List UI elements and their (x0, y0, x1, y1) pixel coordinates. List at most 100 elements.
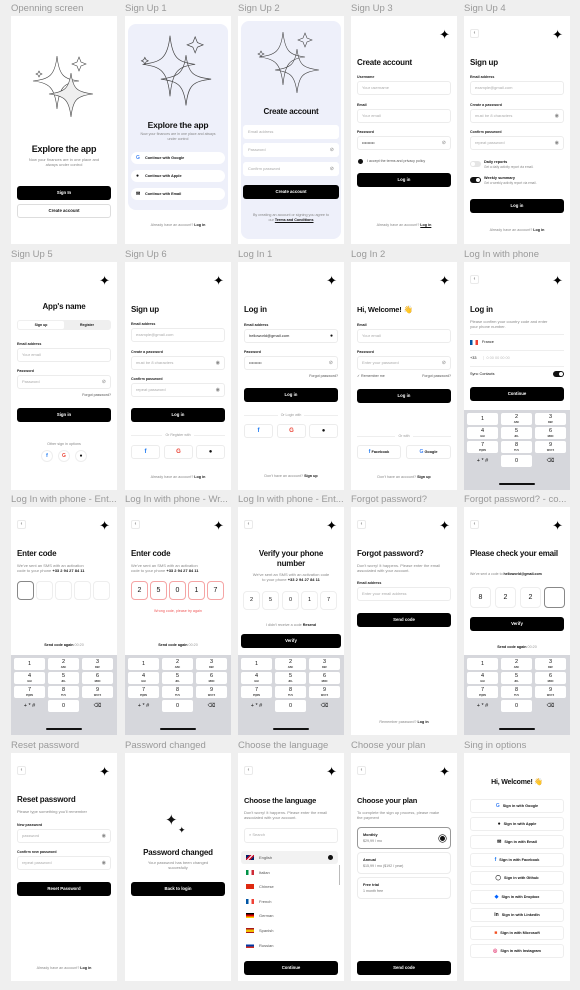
keypad-key[interactable]: 1 (128, 658, 159, 670)
keypad-key[interactable]: 0 (275, 700, 306, 712)
password-field[interactable]: ••••••••• ⊘ (244, 356, 338, 370)
language-option[interactable]: English (241, 851, 338, 864)
symbols-key[interactable]: + * # (467, 700, 498, 712)
continue-email-button[interactable]: ✉ Continue with Email (131, 188, 225, 200)
eye-icon[interactable]: ◉ (555, 110, 559, 122)
keypad-key[interactable]: 0 (162, 700, 193, 712)
forgot-password-link[interactable]: Forgot password? (309, 374, 338, 378)
search-input[interactable]: ⌕ Search (244, 828, 338, 843)
back-button[interactable]: ‹ (357, 520, 366, 529)
keypad-key[interactable]: 6 MNO (535, 672, 566, 684)
create-account-button[interactable]: Create account (17, 204, 111, 218)
keypad-key[interactable]: 8 TUV (501, 686, 532, 698)
back-button[interactable]: ‹ (17, 766, 26, 775)
password-field[interactable]: Password ⊘ (243, 143, 339, 157)
forgot-password-link[interactable]: Forgot password? (422, 374, 451, 378)
sign-in-option-button[interactable]: ■ Sign in with Microsoft (470, 925, 564, 940)
back-button[interactable]: ‹ (244, 766, 253, 775)
create-password-field[interactable]: must be 8 characters ◉ (470, 109, 564, 123)
plan-option-monthly[interactable]: Monthly $29,99 / mo (357, 827, 451, 849)
code-digit-input[interactable]: 2 (520, 587, 541, 608)
confirm-password-field[interactable]: Confirm password ⊘ (243, 162, 339, 176)
facebook-button[interactable]: f Facebook (357, 445, 401, 459)
username-field[interactable]: Your username (357, 81, 451, 95)
eye-off-icon[interactable]: ⊘ (329, 357, 333, 369)
login-link[interactable]: Log in (418, 720, 429, 724)
sign-in-option-button[interactable]: ◆ Sign in with Dropbox (470, 889, 564, 904)
keypad-key[interactable]: 3 DEF (196, 658, 227, 670)
back-button[interactable]: ‹ (470, 520, 479, 529)
verify-button[interactable]: Verify (241, 634, 341, 648)
symbols-key[interactable]: + * # (128, 700, 159, 712)
keypad-key[interactable]: 6 MNO (309, 672, 340, 684)
code-digit-input[interactable]: 2 (495, 587, 516, 608)
keypad-key[interactable]: 9 WXYZ (535, 441, 566, 453)
eye-off-icon[interactable]: ⊘ (442, 137, 446, 149)
accept-checkbox[interactable] (358, 159, 363, 164)
country-select[interactable]: France (470, 336, 564, 349)
email-field[interactable]: helloworld@gmail.com ● (244, 329, 338, 343)
resend-link[interactable]: Send code again (158, 643, 187, 647)
continue-button[interactable]: Continue (470, 387, 564, 401)
eye-off-icon[interactable]: ⊘ (102, 376, 106, 388)
send-code-button[interactable]: Send code (357, 613, 451, 627)
keypad-key[interactable]: 1 (14, 658, 45, 670)
keypad-key[interactable]: 6 MNO (535, 427, 566, 439)
keypad-key[interactable]: 7 PQRS (14, 686, 45, 698)
code-digit-input[interactable] (36, 581, 53, 600)
language-option[interactable]: Spanish (241, 924, 338, 937)
keypad-key[interactable]: 5 JKL (501, 427, 532, 439)
forgot-password-link[interactable]: Forgot password? (82, 393, 111, 397)
password-field[interactable]: Enter your password ⊘ (357, 356, 451, 370)
keypad-key[interactable]: 2 ABC (275, 658, 306, 670)
language-option[interactable]: French (241, 895, 338, 908)
email-field[interactable]: example@gmail.com (470, 81, 564, 95)
email-field[interactable]: Enter your email address (357, 587, 451, 601)
continue-google-button[interactable]: G Continue with Google (131, 152, 225, 164)
keypad-key[interactable]: 3 DEF (535, 413, 566, 425)
keypad-key[interactable]: 3 DEF (535, 658, 566, 670)
login-link[interactable]: Log in (194, 475, 205, 479)
tab-register[interactable]: Register (64, 321, 110, 329)
code-digit-input[interactable]: 7 (320, 591, 337, 610)
keypad-key[interactable]: 7 PQRS (241, 686, 272, 698)
sign-in-button[interactable]: Sign In (17, 186, 111, 200)
back-button[interactable]: ‹ (17, 520, 26, 529)
keypad-key[interactable]: 4 GHI (241, 672, 272, 684)
back-button[interactable]: ‹ (131, 520, 140, 529)
keypad-key[interactable]: 0 (501, 455, 532, 467)
email-field[interactable]: Your email (17, 348, 111, 362)
confirm-password-field[interactable]: repeat password ◉ (17, 856, 111, 870)
resend-link[interactable]: Send code again (497, 645, 526, 649)
tab-sign-up[interactable]: Sign up (18, 321, 64, 329)
send-code-button[interactable]: Send code (357, 961, 451, 975)
back-button[interactable]: ‹ (357, 766, 366, 775)
code-digit-input[interactable]: 8 (470, 587, 491, 608)
eye-off-icon[interactable]: ⊘ (330, 163, 334, 175)
keypad-key[interactable]: 2 ABC (501, 413, 532, 425)
keypad-key[interactable]: 4 GHI (14, 672, 45, 684)
keypad-key[interactable]: 9 WXYZ (82, 686, 113, 698)
language-option[interactable]: German (241, 909, 338, 922)
code-digit-input[interactable]: 2 (243, 591, 260, 610)
keypad-key[interactable]: 0 (48, 700, 79, 712)
keypad-key[interactable]: 2 ABC (162, 658, 193, 670)
facebook-button[interactable]: f (244, 424, 273, 438)
plan-option-annual[interactable]: Annual $15,99 / mo ($192 / year) (357, 852, 451, 874)
backspace-key[interactable]: ⌫ (196, 700, 227, 712)
email-field[interactable]: example@gmail.com (131, 328, 225, 342)
keypad-key[interactable]: 2 ABC (48, 658, 79, 670)
sync-contacts-toggle[interactable] (553, 371, 564, 377)
verify-button[interactable]: Verify (470, 617, 564, 631)
back-button[interactable]: ‹ (470, 29, 479, 38)
sign-in-button[interactable]: Sign in (17, 408, 111, 422)
sign-in-option-button[interactable]: ✉ Sign in with Email (470, 835, 564, 850)
google-button[interactable]: G (58, 450, 70, 462)
facebook-button[interactable]: f (131, 445, 160, 459)
continue-apple-button[interactable]: ● Continue with Apple (131, 170, 225, 182)
confirm-password-field[interactable]: repeat password ◉ (470, 136, 564, 150)
keypad-key[interactable]: 9 WXYZ (309, 686, 340, 698)
weekly-summary-toggle[interactable] (470, 177, 481, 183)
new-password-field[interactable]: password ◉ (17, 829, 111, 843)
login-link[interactable]: Log in (194, 223, 205, 227)
